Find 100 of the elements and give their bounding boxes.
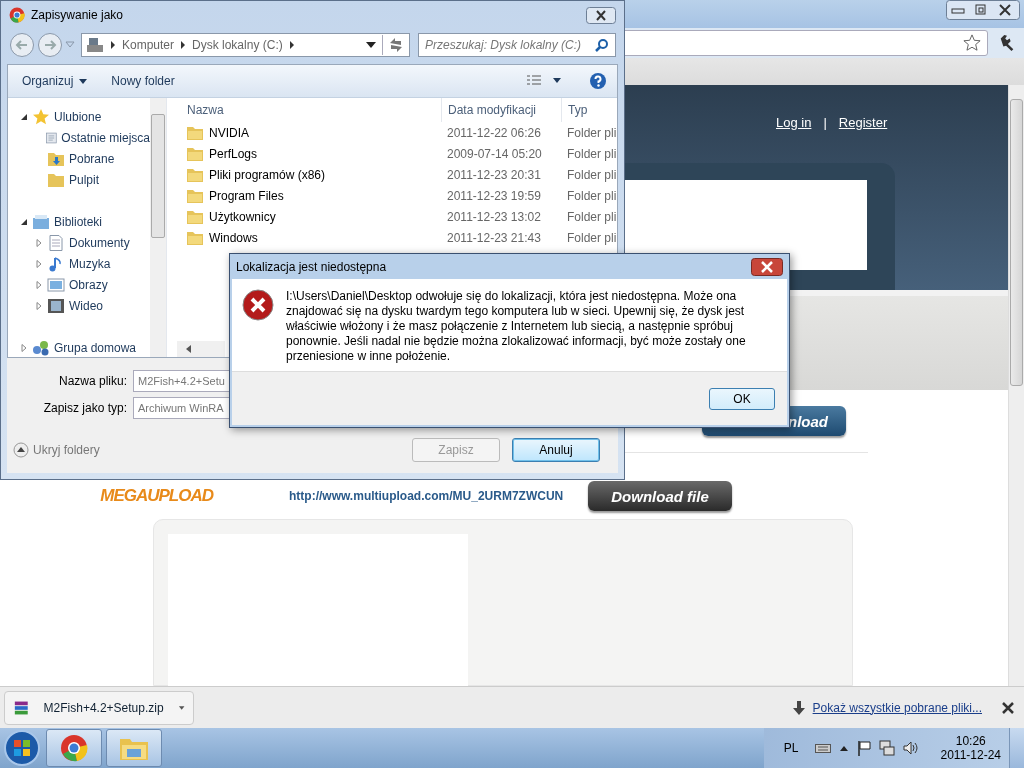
image-icon bbox=[47, 276, 65, 293]
ok-button[interactable]: OK bbox=[709, 387, 775, 410]
start-button[interactable] bbox=[2, 728, 42, 768]
folder-icon bbox=[187, 125, 203, 140]
error-message: I:\Users\Daniel\Desktop odwołuje się do lokalizacji, która jest niedostępna. Może ona znajdować się na dysku twardym tego komputera lub w sieci. Upewnij się, że dysk jest właściwie włożony i że masz połączenie z Internetem lub siecią, a następnie spróbuj ponownie. Jeśli nadal nie będzie można zlokalizować informacji, być może zostały one przeniesione w inne położenie. bbox=[286, 289, 747, 363]
close-icon[interactable] bbox=[1002, 701, 1014, 714]
link-separator: | bbox=[823, 115, 827, 130]
file-link[interactable]: http://www.multiupload.com/MU_2URM7ZWCUN bbox=[289, 489, 588, 503]
expand-arrow-icon[interactable] bbox=[20, 217, 28, 226]
document-icon bbox=[47, 234, 65, 251]
modified-date: 2011-12-22 06:26 bbox=[446, 125, 542, 140]
folder-icon bbox=[187, 230, 203, 245]
bookmark-star-icon[interactable] bbox=[963, 34, 981, 52]
sidebar-item[interactable]: Ulubione bbox=[8, 106, 150, 127]
search-field[interactable]: Przeszukaj: Dysk lokalny (C:) bbox=[418, 33, 616, 57]
computer-icon bbox=[86, 37, 104, 53]
sidebar-item[interactable]: Dokumenty bbox=[8, 232, 150, 253]
site-logo: MEGAUPLOAD bbox=[99, 486, 213, 506]
sidebar-item[interactable]: Wideo bbox=[8, 295, 150, 316]
file-type: Folder pli bbox=[566, 230, 617, 245]
organize-button[interactable]: Organizuj bbox=[16, 72, 94, 90]
recent-icon bbox=[44, 129, 58, 146]
show-hidden-icons-icon[interactable] bbox=[838, 744, 849, 752]
sidebar-item[interactable]: Obrazy bbox=[8, 274, 150, 295]
column-header[interactable]: Typ bbox=[561, 98, 617, 122]
close-button[interactable] bbox=[586, 6, 616, 24]
scrollbar[interactable] bbox=[1008, 85, 1024, 686]
column-header[interactable]: Nazwa bbox=[177, 103, 441, 117]
breadcrumb-item[interactable]: Dysk lokalny (C:) bbox=[192, 38, 283, 52]
address-field[interactable]: Komputer Dysk lokalny (C:) bbox=[81, 33, 410, 57]
modified-date: 2011-12-23 21:43 bbox=[446, 230, 542, 245]
sidebar-item[interactable]: Pulpit bbox=[8, 169, 150, 190]
expand-arrow-icon[interactable] bbox=[20, 112, 28, 121]
keyboard-icon[interactable] bbox=[814, 742, 831, 754]
chevron-icon[interactable] bbox=[288, 41, 295, 49]
sidebar-item[interactable]: Ostatnie miejsca bbox=[8, 127, 150, 148]
field-label: Zapisz jako typ: bbox=[42, 401, 127, 415]
modified-date: 2011-12-23 19:59 bbox=[446, 188, 542, 203]
file-type: Folder pli bbox=[566, 167, 617, 182]
window-controls[interactable] bbox=[946, 0, 1020, 20]
dropdown-caret-icon[interactable] bbox=[366, 42, 376, 48]
language-indicator[interactable]: PL bbox=[783, 741, 799, 755]
download-item[interactable]: M2Fish+4.2+Setup.zip bbox=[4, 690, 194, 725]
file-name[interactable]: Użytkownicy bbox=[177, 209, 441, 224]
download-file-button[interactable]: Download file bbox=[588, 481, 732, 511]
sidebar-item[interactable]: Biblioteki bbox=[8, 211, 150, 232]
browser-icon bbox=[60, 734, 88, 762]
explorer-taskbar-button[interactable] bbox=[106, 729, 162, 767]
modified-date: 2011-12-23 13:02 bbox=[446, 209, 542, 224]
star-icon bbox=[32, 108, 50, 125]
modified-date: 2011-12-23 20:31 bbox=[446, 167, 542, 182]
show-all-downloads-link[interactable]: Pokaż wszystkie pobrane pliki... bbox=[812, 700, 982, 715]
folder-icon bbox=[187, 146, 203, 161]
chevron-icon[interactable] bbox=[180, 41, 187, 49]
wrench-icon[interactable] bbox=[998, 34, 1016, 52]
file-type: Folder pli bbox=[566, 125, 617, 140]
folder-icon bbox=[47, 171, 65, 188]
file-type: Folder pli bbox=[566, 209, 617, 224]
sidebar-item[interactable]: Muzyka bbox=[8, 253, 150, 274]
breadcrumb-item[interactable]: Komputer bbox=[122, 38, 175, 52]
login-link[interactable]: Log in bbox=[776, 115, 812, 130]
browser-icon bbox=[9, 7, 25, 23]
folder-icon bbox=[187, 188, 203, 203]
close-button[interactable] bbox=[751, 257, 783, 276]
download-arrow-icon bbox=[792, 700, 805, 715]
chevron-icon[interactable] bbox=[110, 41, 116, 49]
scroll-left-icon[interactable] bbox=[185, 345, 193, 353]
sidebar-scrollbar[interactable] bbox=[150, 98, 166, 357]
window-title: Zapisywanie jako bbox=[31, 8, 124, 22]
search-icon bbox=[595, 38, 609, 52]
modified-date: 2009-07-14 05:20 bbox=[446, 146, 543, 161]
dialog-button[interactable]: Anuluj bbox=[512, 438, 600, 462]
error-icon bbox=[242, 289, 274, 321]
file-name[interactable]: PerfLogs bbox=[177, 146, 441, 161]
dialog-title: Lokalizacja jest niedostępna bbox=[236, 259, 387, 274]
hide-folders-button[interactable]: Ukryj foldery bbox=[13, 442, 100, 458]
volume-icon[interactable] bbox=[902, 740, 919, 756]
download-icon bbox=[47, 150, 65, 167]
library-icon bbox=[32, 213, 50, 230]
network-icon[interactable] bbox=[878, 740, 895, 756]
view-options-icon[interactable] bbox=[527, 75, 563, 87]
column-header[interactable]: Data modyfikacji bbox=[441, 98, 561, 122]
browser-taskbar-button[interactable] bbox=[46, 729, 102, 767]
horizontal-scrollbar[interactable] bbox=[177, 341, 225, 357]
sidebar-item[interactable]: Grupa domowa bbox=[8, 337, 150, 357]
flag-icon[interactable] bbox=[856, 740, 871, 756]
video-icon bbox=[47, 297, 65, 314]
folder-icon bbox=[187, 209, 203, 224]
file-type: Folder pli bbox=[566, 146, 617, 161]
help-icon[interactable] bbox=[589, 72, 607, 90]
file-name[interactable]: Pliki programów (x86) bbox=[177, 167, 441, 182]
sidebar-item[interactable]: Pobrane bbox=[8, 148, 150, 169]
new-folder-button[interactable]: Nowy folder bbox=[105, 72, 181, 90]
file-name[interactable]: NVIDIA bbox=[177, 125, 441, 140]
file-name[interactable]: Program Files bbox=[177, 188, 441, 203]
caret-icon[interactable] bbox=[177, 704, 185, 711]
register-link[interactable]: Register bbox=[838, 115, 888, 130]
field-label: Nazwa pliku: bbox=[57, 374, 127, 388]
clock[interactable]: 10:26 2011-12-24 bbox=[940, 734, 1001, 762]
file-name[interactable]: Windows bbox=[177, 230, 441, 245]
